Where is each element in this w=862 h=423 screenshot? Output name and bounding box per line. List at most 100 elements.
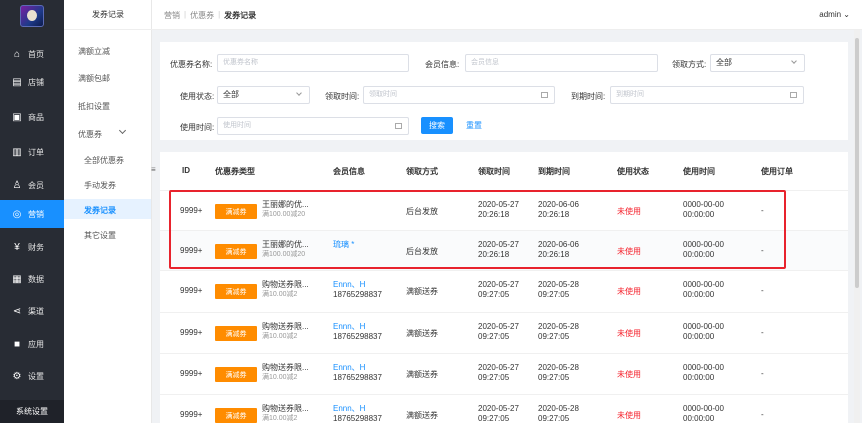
- use-time-label: 使用时间:: [180, 123, 215, 132]
- breadcrumb-item[interactable]: 优惠券: [190, 10, 214, 21]
- receive-time: 09:27:05: [478, 290, 510, 299]
- expire-time: 09:27:05: [538, 414, 570, 423]
- submenu-group-coupons[interactable]: 优惠券: [78, 129, 102, 140]
- rail-item-label: 首页: [28, 49, 44, 59]
- table-row[interactable]: 9999+ 满减券 购物送券限... 满10.00减2 Ennn、H 1876529883…: [160, 353, 848, 393]
- submenu-item-free-shipping[interactable]: 满额包邮: [78, 73, 110, 84]
- chevron-down-icon: [118, 126, 127, 135]
- member-name[interactable]: Ennn、H: [333, 280, 365, 290]
- submenu-item-manual-issue[interactable]: 手动发券: [84, 180, 116, 191]
- column-header-receive-time: 领取时间: [478, 167, 510, 176]
- table-row[interactable]: 9999+ 满减券 王丽娜的优... 满100.00减20 琉璃 * 后台发放 2020-0…: [160, 230, 848, 270]
- use-date: 0000-00-00: [683, 200, 724, 209]
- rail-item[interactable]: ■ 应用: [0, 330, 64, 358]
- channel-icon: ⋖: [12, 305, 22, 317]
- member-name[interactable]: Ennn、H: [333, 322, 365, 332]
- submenu-item-full-reduction[interactable]: 满额立减: [78, 46, 110, 57]
- receive-way: 满额送券: [406, 370, 438, 379]
- rail-item[interactable]: ▥ 订单: [0, 138, 64, 166]
- coupon-name: 购物送券限... 满10.00减2: [262, 404, 309, 423]
- column-header-coupon-type: 优惠券类型: [215, 167, 255, 176]
- expire-date: 2020-05-28: [538, 363, 579, 372]
- member-name[interactable]: Ennn、H: [333, 404, 365, 414]
- table-row[interactable]: 9999+ 满减券 购物送券限... 满10.00减2 Ennn、H 1876529883…: [160, 394, 848, 423]
- records-table: ID 优惠券类型 会员信息 领取方式 领取时间 到期时间 使用状态 使用时间 使…: [160, 152, 848, 423]
- receive-way: 后台发放: [406, 207, 438, 216]
- user-menu[interactable]: admin ⌄: [819, 10, 850, 19]
- system-settings-button[interactable]: 系统设置: [0, 400, 64, 423]
- use-order: -: [761, 206, 764, 215]
- coupon-rule: 满10.00减2: [262, 374, 298, 381]
- use-status-select[interactable]: 全部: [217, 86, 310, 104]
- submenu-item-deduction-settings[interactable]: 抵扣设置: [78, 101, 110, 112]
- brand-logo[interactable]: [20, 5, 44, 27]
- receive-way: 满额送券: [406, 329, 438, 338]
- scrollbar-thumb[interactable]: [855, 38, 859, 288]
- use-status-text: 未使用: [617, 411, 641, 420]
- rail-item-label: 财务: [28, 242, 44, 252]
- expire-date: 2020-06-06: [538, 200, 579, 209]
- coupon-rule: 满100.00减20: [262, 211, 306, 218]
- calendar-icon: [790, 92, 797, 98]
- column-settings-icon[interactable]: ≡: [151, 166, 157, 174]
- receive-time: 09:27:05: [478, 332, 510, 341]
- member-info-input[interactable]: 会员信息: [465, 54, 658, 72]
- rail-item-label: 营销: [28, 209, 44, 219]
- expire-time: 20:26:18: [538, 210, 570, 219]
- expire-time: 20:26:18: [538, 250, 570, 259]
- use-time: 00:00:00: [683, 414, 715, 423]
- rail-item[interactable]: ♙ 会员: [0, 171, 64, 199]
- rail-item[interactable]: ▣ 商品: [0, 103, 64, 131]
- record-id: 9999+: [180, 206, 203, 215]
- table-row[interactable]: 9999+ 满减券 购物送券限... 满10.00减2 Ennn、H 1876529883…: [160, 312, 848, 352]
- receive-time: 20:26:18: [478, 210, 510, 219]
- receive-date: 2020-05-27: [478, 200, 519, 209]
- submenu-item-issue-records[interactable]: 发券记录: [84, 205, 116, 216]
- use-time: 00:00:00: [683, 210, 715, 219]
- rail-item[interactable]: ▤ 店铺: [0, 68, 64, 96]
- member-phone: 18765298837: [333, 414, 382, 423]
- submenu-item-all-coupons[interactable]: 全部优惠券: [84, 155, 124, 166]
- page-scrollbar[interactable]: [854, 30, 860, 423]
- receive-way-select[interactable]: 全部: [710, 54, 805, 72]
- coupon-type-badge: 满减券: [215, 244, 257, 259]
- expire-time-picker[interactable]: 到期时间: [610, 86, 804, 104]
- record-id: 9999+: [180, 328, 203, 337]
- submenu-item-other-settings[interactable]: 其它设置: [84, 230, 116, 241]
- rail-item[interactable]: ▦ 数据: [0, 265, 64, 293]
- use-time-picker[interactable]: 使用时间: [217, 117, 409, 135]
- coupon-title: 购物送券限...: [262, 280, 309, 289]
- rail-item[interactable]: ◎ 营销: [0, 200, 64, 228]
- receive-time: 09:27:05: [478, 414, 510, 423]
- expire-date: 2020-05-28: [538, 280, 579, 289]
- receive-time: 09:27:05: [478, 373, 510, 382]
- expire-time-label: 到期时间:: [571, 92, 606, 101]
- settings-icon: ⚙: [12, 370, 22, 382]
- table-row[interactable]: 9999+ 满减券 王丽娜的优... 满100.00减20 后台发放 2020-05-27…: [160, 190, 848, 230]
- store-icon: ▤: [12, 76, 22, 88]
- breadcrumb-separator: |: [184, 10, 187, 19]
- use-time: 00:00:00: [683, 290, 715, 299]
- rail-item-label: 渠道: [28, 306, 44, 316]
- receive-way: 满额送券: [406, 411, 438, 420]
- reset-button[interactable]: 重置: [466, 120, 482, 131]
- receive-way: 满额送券: [406, 287, 438, 296]
- calendar-icon: [541, 92, 548, 98]
- use-date: 0000-00-00: [683, 280, 724, 289]
- member-name[interactable]: 琉璃 *: [333, 240, 354, 250]
- column-header-id: ID: [182, 166, 190, 175]
- use-status-text: 未使用: [617, 207, 641, 216]
- table-row[interactable]: 9999+ 满减券 购物送券限... 满10.00减2 Ennn、H 1876529883…: [160, 270, 848, 310]
- member-name[interactable]: Ennn、H: [333, 363, 365, 373]
- rail-item[interactable]: ⋖ 渠道: [0, 297, 64, 325]
- breadcrumb-item[interactable]: 营销: [164, 10, 180, 21]
- rail-item[interactable]: ¥ 财务: [0, 233, 64, 261]
- coupon-name: 购物送券限... 满10.00减2: [262, 363, 309, 383]
- receive-time-picker[interactable]: 领取时间: [363, 86, 555, 104]
- rail-item-label: 应用: [28, 339, 44, 349]
- rail-item[interactable]: ⌂ 首页: [0, 40, 64, 68]
- search-button[interactable]: 搜索: [421, 117, 453, 134]
- rail-item[interactable]: ⚙ 设置: [0, 362, 64, 390]
- apps-icon: ■: [13, 338, 21, 350]
- coupon-name-input[interactable]: 优惠券名称: [217, 54, 409, 72]
